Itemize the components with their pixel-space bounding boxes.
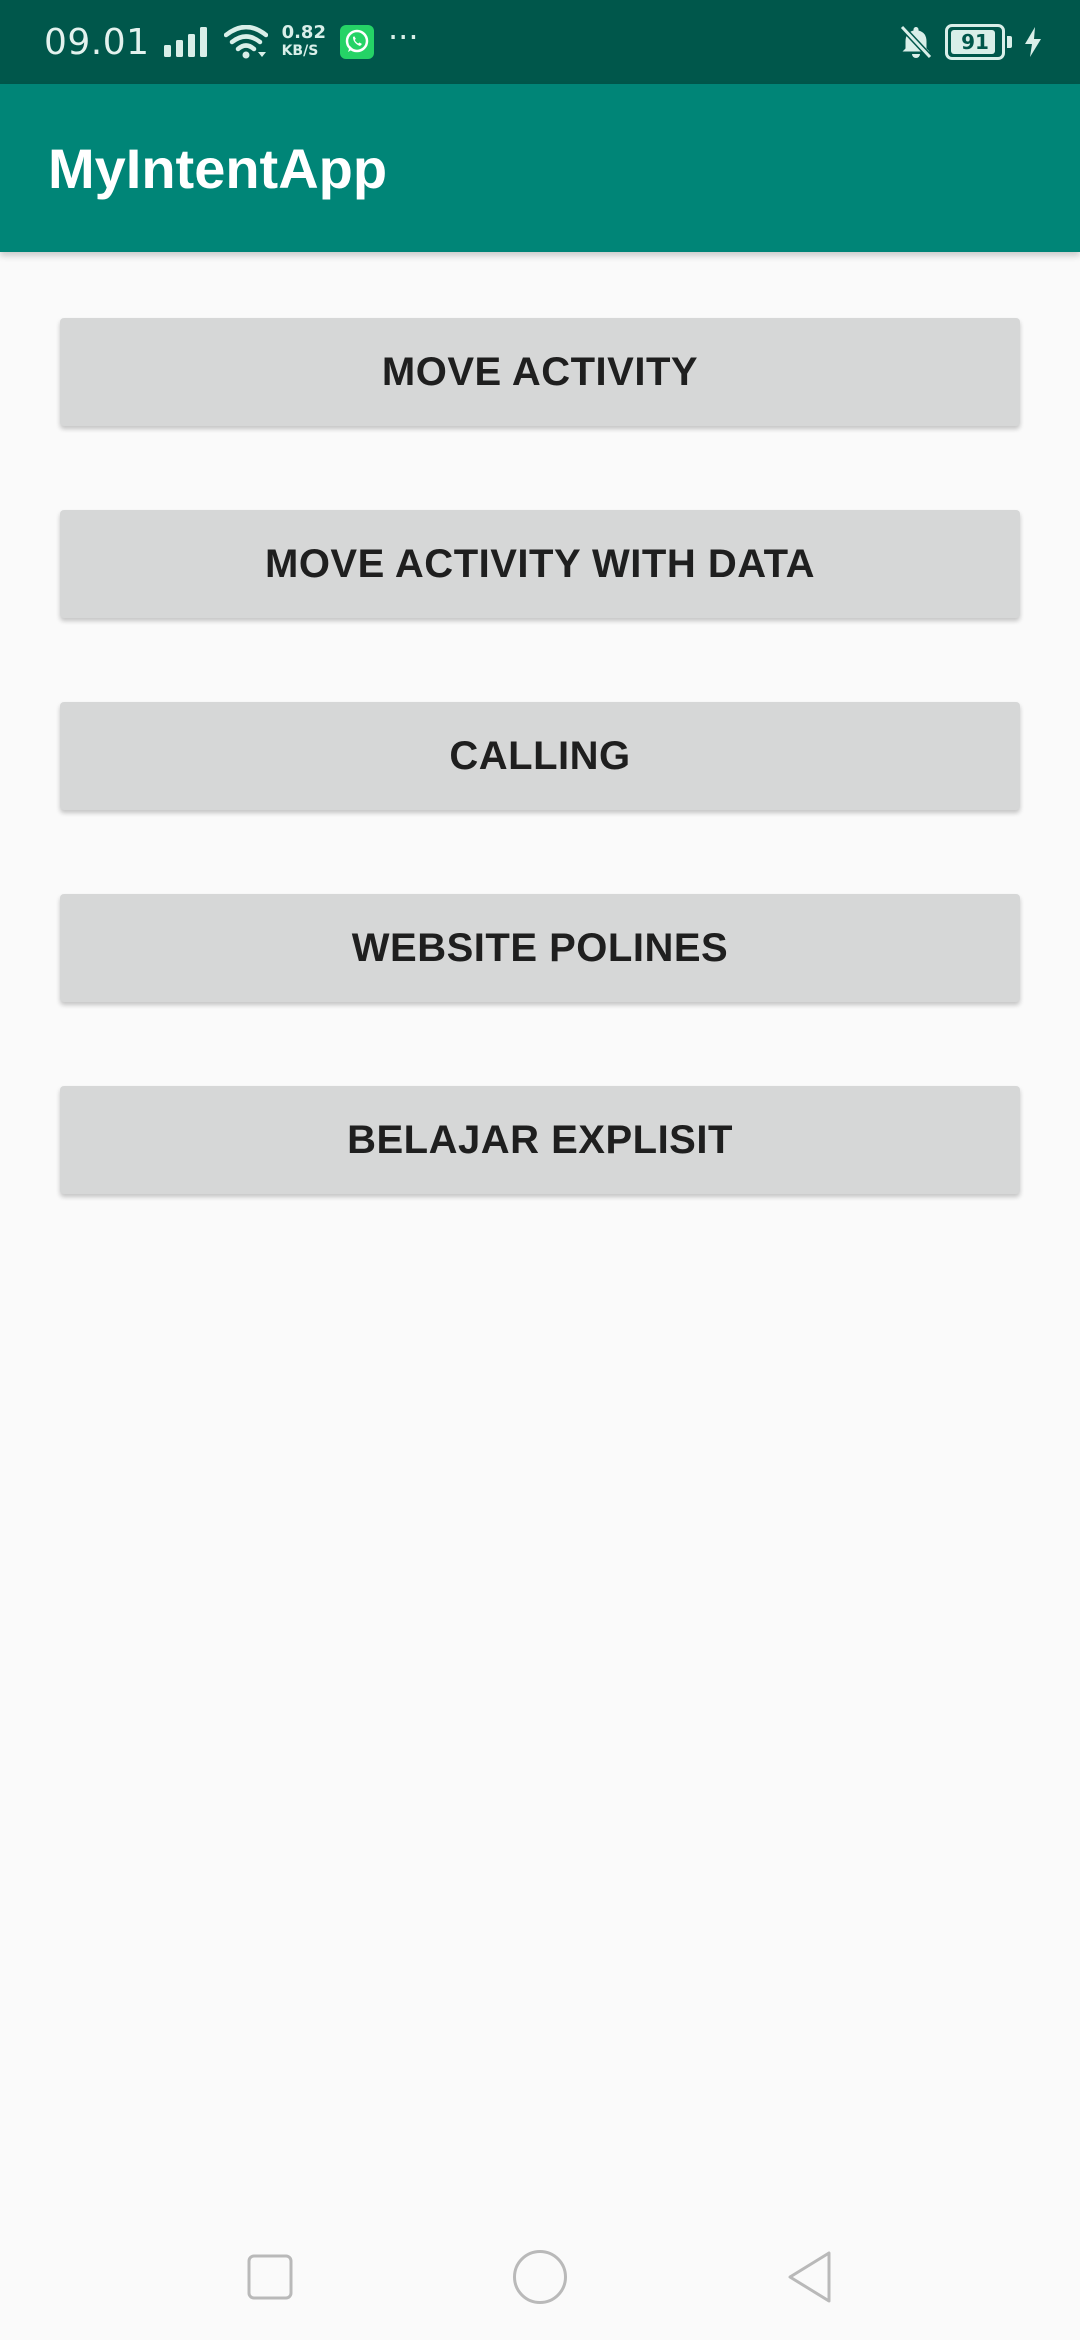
home-circle-icon — [512, 2249, 568, 2309]
calling-button[interactable]: CALLING — [60, 702, 1020, 810]
back-triangle-icon — [785, 2250, 835, 2308]
home-button[interactable] — [495, 2234, 585, 2324]
move-activity-with-data-button[interactable]: MOVE ACTIVITY WITH DATA — [60, 510, 1020, 618]
status-bar: 09.01 0.82 KB/S ··· 91 — [0, 0, 1080, 84]
battery-icon: 91 — [945, 24, 1005, 60]
battery-tip — [1007, 36, 1012, 48]
move-activity-button[interactable]: MOVE ACTIVITY — [60, 318, 1020, 426]
app-title: MyIntentApp — [48, 136, 388, 200]
whatsapp-icon — [339, 25, 374, 59]
status-overflow: ··· — [387, 18, 419, 56]
charging-icon — [1024, 27, 1042, 57]
status-time: 09.01 — [44, 21, 150, 63]
status-left: 09.01 0.82 KB/S ··· — [44, 0, 419, 84]
back-button[interactable] — [765, 2234, 855, 2324]
website-polines-button[interactable]: WEBSITE POLINES — [60, 894, 1020, 1002]
navigation-bar — [0, 2214, 1080, 2340]
network-speed-unit: KB/S — [281, 43, 319, 59]
belajar-explisit-button[interactable]: BELAJAR EXPLISIT — [60, 1086, 1020, 1194]
wifi-icon — [223, 25, 268, 59]
network-speed: 0.82 KB/S — [282, 24, 326, 60]
notifications-off-icon — [899, 24, 933, 60]
battery-level: 91 — [961, 30, 989, 54]
status-right: 91 — [899, 0, 1042, 84]
network-speed-value: 0.82 — [281, 22, 326, 43]
recents-button[interactable] — [225, 2234, 315, 2324]
app-bar: MyIntentApp — [0, 84, 1080, 252]
signal-icon — [163, 27, 210, 57]
recents-square-icon — [247, 2254, 293, 2304]
